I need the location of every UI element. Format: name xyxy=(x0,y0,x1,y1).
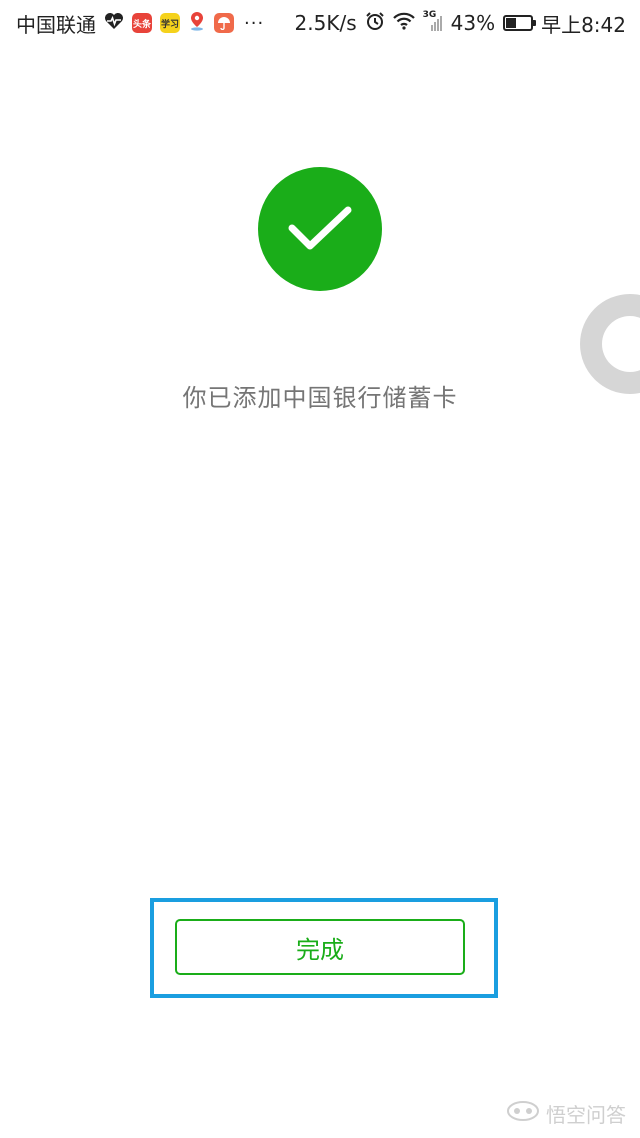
cellular-signal-icon: 3G xyxy=(423,10,443,32)
done-button[interactable]: 完成 xyxy=(175,919,465,975)
wukong-logo-icon xyxy=(506,1100,540,1127)
success-check-icon xyxy=(258,167,382,291)
umbrella-app-icon xyxy=(214,13,234,33)
clock-time: 早上8:42 xyxy=(541,12,626,37)
more-notifications-icon: ··· xyxy=(244,12,265,34)
toutiao-icon: 头条 xyxy=(132,13,152,33)
network-speed: 2.5K/s xyxy=(294,11,357,35)
status-bar-right: 2.5K/s 3G 43% 早上8:42 xyxy=(295,9,626,38)
battery-icon xyxy=(503,15,537,31)
xuexi-icon: 学习 xyxy=(160,13,180,33)
status-bar: 中国联通 头条 学习 ··· 2.5K/s 3G 43% 早上8:42 xyxy=(0,0,640,46)
wifi-icon xyxy=(392,11,415,35)
watermark: 悟空问答 xyxy=(506,1099,626,1128)
network-type: 3G xyxy=(422,10,437,20)
screen: 中国联通 头条 学习 ··· 2.5K/s 3G 43% 早上8:42 你已添加… xyxy=(0,0,640,1138)
battery-percent: 43% xyxy=(450,11,496,35)
heart-rate-icon xyxy=(104,11,124,35)
status-bar-left: 中国联通 头条 学习 ··· xyxy=(16,9,264,38)
success-message: 你已添加中国银行储蓄卡 xyxy=(182,384,458,412)
carrier-name: 中国联通 xyxy=(16,12,96,37)
battery-level xyxy=(506,18,517,28)
alarm-clock-icon xyxy=(365,11,385,36)
map-pin-icon xyxy=(188,11,206,36)
watermark-text: 悟空问答 xyxy=(546,1103,626,1127)
